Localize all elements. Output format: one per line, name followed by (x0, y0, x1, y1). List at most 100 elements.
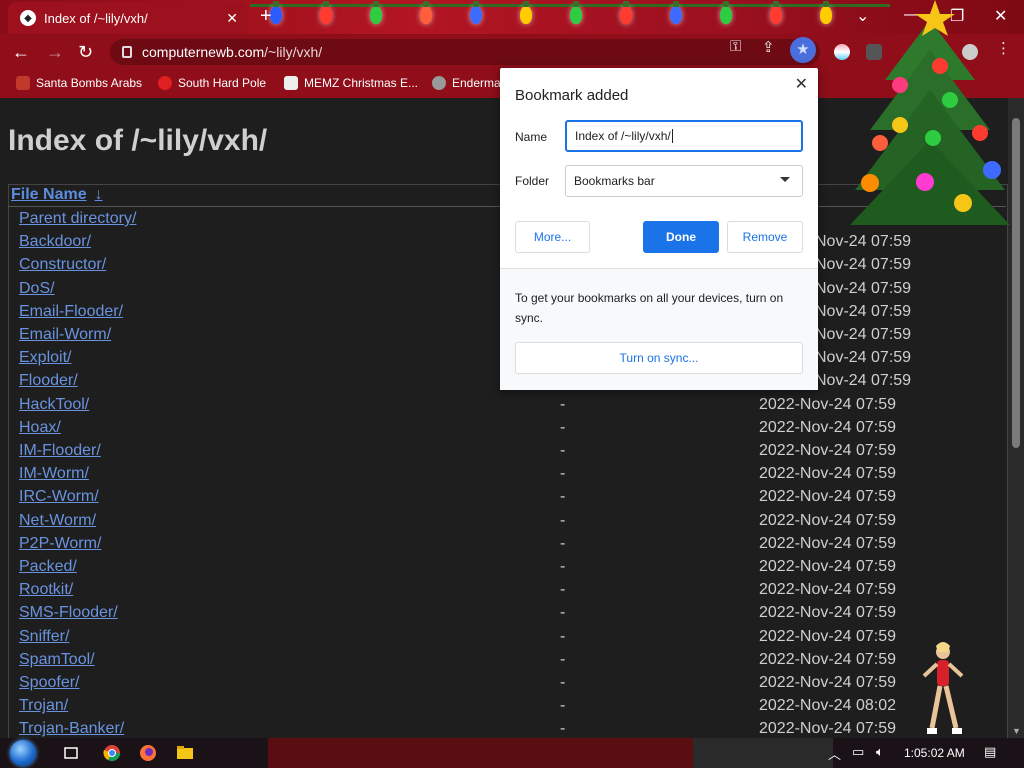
file-name-link[interactable]: Flooder/ (19, 372, 78, 390)
file-name-link[interactable]: SMS-Flooder/ (19, 604, 118, 622)
file-name-link[interactable]: Constructor/ (19, 256, 106, 274)
start-button-icon[interactable] (10, 740, 36, 766)
file-name-link[interactable]: Trojan-Banker/ (19, 720, 124, 738)
light-bulb-icon (370, 1, 382, 24)
table-row: Spoofer/ - 2022-Nov-24 07:59 (0, 674, 1000, 697)
column-header-label: File Name (11, 186, 87, 203)
file-date: 2022-Nov-24 07:59 (759, 488, 896, 506)
column-header-file-name[interactable]: File Name ↓ (11, 186, 103, 204)
bookmark-item[interactable]: MEMZ Christmas E... (284, 76, 418, 90)
file-date: Nov-24 07:59 (815, 302, 912, 320)
chrome-icon[interactable] (103, 744, 121, 762)
dialog-close-icon[interactable]: ✕ (795, 74, 808, 94)
file-name-link[interactable]: HackTool/ (19, 396, 89, 414)
reload-icon[interactable]: ↻ (78, 42, 93, 63)
bookmark-star-icon[interactable]: ★ (790, 37, 816, 63)
file-name-link[interactable]: IM-Flooder/ (19, 442, 101, 460)
active-tab[interactable]: ◆ Index of /~lily/vxh/ ✕ (8, 2, 248, 34)
table-row: IM-Flooder/ - 2022-Nov-24 07:59 (0, 442, 1000, 465)
file-date: 2022-Nov-24 07:59 (759, 465, 896, 483)
file-name-link[interactable]: P2P-Worm/ (19, 535, 101, 553)
file-name-link[interactable]: IRC-Worm/ (19, 488, 99, 506)
file-date: Nov-24 07:59 (815, 372, 912, 390)
folder-label: Folder (515, 174, 550, 188)
file-date: 2022-Nov-24 07:59 (759, 558, 896, 575)
table-row: Trojan-Banker/ - 2022-Nov-24 07:59 (0, 720, 1000, 738)
file-date: 2022-Nov-24 07:59 (759, 627, 896, 645)
file-explorer-icon[interactable] (176, 744, 194, 762)
folder-select[interactable]: Bookmarks bar (565, 165, 803, 197)
bookmark-item[interactable]: Enderma (432, 76, 501, 90)
remove-button[interactable]: Remove (727, 221, 803, 253)
file-date: Nov-24 07:59 (815, 326, 912, 343)
file-name-link[interactable]: Email-Worm/ (19, 326, 111, 344)
notifications-icon[interactable]: ▤ (984, 744, 996, 760)
file-size: - (560, 442, 566, 459)
file-name-link[interactable]: Backdoor/ (19, 233, 91, 251)
windows-taskbar: ︿ ▭ 🔈︎ 1:05:02 AM ▤ (0, 738, 1024, 768)
file-name-link[interactable]: Email-Flooder/ (19, 303, 123, 321)
table-row: IRC-Worm/ - 2022-Nov-24 07:59 (0, 488, 1000, 511)
file-name-link[interactable]: Spoofer/ (19, 674, 79, 692)
volume-icon[interactable]: 🔈︎ (876, 744, 884, 760)
light-bulb-icon (320, 1, 332, 24)
table-row: SMS-Flooder/ - 2022-Nov-24 07:59 (0, 604, 1000, 627)
page-icon (284, 76, 298, 90)
taskbar-wallpaper-band (268, 738, 693, 768)
file-name-link[interactable]: SpamTool/ (19, 651, 95, 669)
key-icon[interactable]: ⚿ (730, 38, 741, 55)
christmas-tree-icon (850, 0, 1010, 225)
file-name-link[interactable]: Hoax/ (19, 419, 61, 437)
file-name-link[interactable]: Trojan/ (19, 697, 68, 715)
taskbar-clock[interactable]: 1:05:02 AM (904, 746, 965, 760)
light-bulb-icon (720, 1, 732, 24)
close-tab-icon[interactable]: ✕ (226, 10, 238, 27)
share-icon[interactable]: ⇪ (762, 38, 775, 56)
file-date: 2022-Nov-24 07:59 (759, 581, 896, 599)
done-button[interactable]: Done (643, 221, 719, 253)
tab-title: Index of /~lily/vxh/ (44, 10, 148, 26)
table-row: Packed/ - 2022-Nov-24 07:59 (0, 558, 1000, 581)
light-bulb-icon (420, 1, 432, 24)
file-date: 2022-Nov-24 08:02 (759, 697, 896, 715)
file-name-link[interactable]: Net-Worm/ (19, 512, 96, 530)
file-name-link[interactable]: Parent directory/ (19, 210, 136, 228)
forward-arrow-icon[interactable]: → (46, 42, 64, 63)
file-name-link[interactable]: Packed/ (19, 558, 77, 576)
file-size: - (560, 418, 566, 436)
table-row: P2P-Worm/ - 2022-Nov-24 07:59 (0, 535, 1000, 558)
dialog-title: Bookmark added (515, 87, 629, 104)
file-name-link[interactable]: Rootkit/ (19, 581, 73, 599)
task-view-icon[interactable] (62, 744, 80, 762)
bookmark-label: Santa Bombs Arabs (36, 76, 143, 90)
table-row: Trojan/ - 2022-Nov-24 08:02 (0, 697, 1000, 720)
more-button[interactable]: More... (515, 221, 590, 253)
light-bulb-icon (520, 1, 532, 24)
tray-overflow-chevron-icon[interactable]: ︿ (828, 744, 841, 763)
file-date: Nov-24 07:59 (815, 349, 912, 367)
file-size: - (560, 604, 566, 622)
scroll-down-arrow-icon[interactable]: ▼ (1012, 726, 1021, 736)
file-name-link[interactable]: DoS/ (19, 280, 55, 298)
file-name-link[interactable]: IM-Worm/ (19, 465, 89, 483)
bookmark-name-input[interactable]: Index of /~lily/vxh/ (565, 120, 803, 152)
firefox-icon[interactable] (139, 744, 157, 762)
file-date: 2022-Nov-24 07:59 (759, 534, 896, 552)
file-name-link[interactable]: Exploit/ (19, 349, 71, 367)
bookmark-label: MEMZ Christmas E... (304, 76, 419, 90)
taskbar-tray-band (693, 738, 833, 768)
new-tab-button[interactable]: + (260, 6, 272, 26)
file-size: - (560, 558, 566, 575)
file-date: 2022-Nov-24 07:59 (759, 604, 896, 622)
sort-arrow-icon: ↓ (94, 186, 103, 203)
turn-on-sync-button[interactable]: Turn on sync... (515, 342, 803, 374)
bookmark-added-dialog: Bookmark added ✕ Name Index of /~lily/vx… (500, 68, 818, 390)
address-bar[interactable]: computernewb.com/~lily/vxh/ (110, 39, 820, 65)
back-arrow-icon[interactable]: ← (12, 42, 30, 63)
bookmark-item[interactable]: Santa Bombs Arabs (16, 76, 142, 90)
network-icon[interactable]: ▭ (852, 744, 864, 760)
bookmark-item[interactable]: South Hard Pole (158, 76, 266, 90)
file-name-link[interactable]: Sniffer/ (19, 628, 69, 646)
light-bulb-icon (670, 1, 682, 24)
christmas-lights (250, 0, 890, 34)
